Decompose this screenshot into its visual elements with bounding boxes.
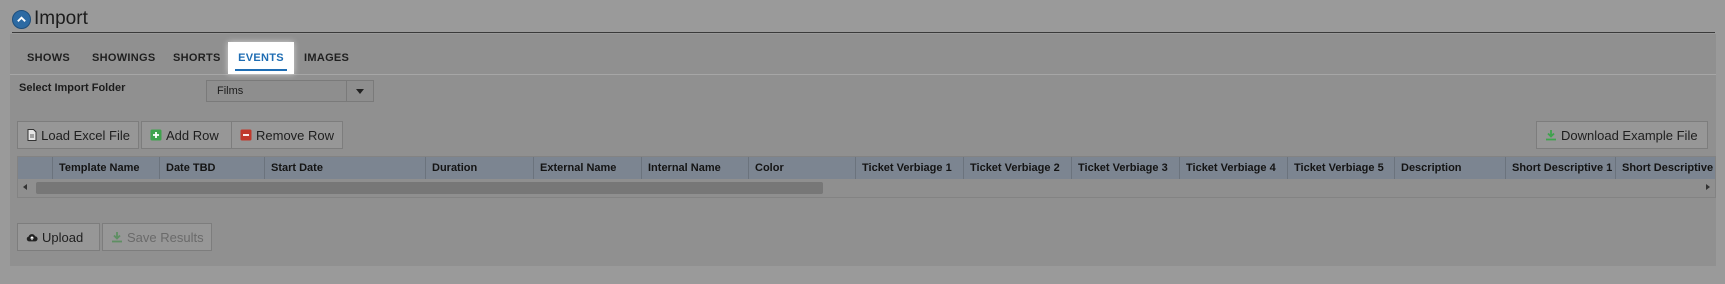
download-example-label: Download Example File (1561, 127, 1698, 143)
column-header-template-name[interactable]: Template Name (53, 157, 160, 179)
column-header-color[interactable]: Color (749, 157, 856, 179)
document-icon (26, 129, 37, 141)
tab-events-label: EVENTS (238, 52, 284, 64)
upload-label: Upload (42, 229, 84, 245)
import-folder-select[interactable]: Films (206, 80, 374, 102)
tab-shorts[interactable]: SHORTS (173, 42, 221, 74)
column-header-start-date[interactable]: Start Date (265, 157, 426, 179)
tab-events[interactable]: EVENTS (228, 42, 294, 74)
save-results-button[interactable]: Save Results (102, 223, 212, 251)
remove-row-button[interactable]: Remove Row (231, 121, 343, 149)
download-icon (1545, 129, 1557, 141)
grid-header: Template Name Date TBD Start Date Durati… (18, 157, 1715, 179)
column-header-short-descriptive-1[interactable]: Short Descriptive 1 (1506, 157, 1616, 179)
chevron-up-icon[interactable] (12, 9, 31, 29)
remove-row-label: Remove Row (256, 127, 335, 143)
import-grid: Template Name Date TBD Start Date Durati… (17, 156, 1716, 198)
column-header-internal-name[interactable]: Internal Name (642, 157, 749, 179)
download-icon (111, 231, 123, 243)
dropdown-arrow-icon[interactable] (346, 81, 373, 101)
active-tab-indicator (235, 69, 287, 71)
horizontal-scrollbar[interactable] (18, 181, 1715, 195)
tab-showings[interactable]: SHOWINGS (92, 42, 156, 74)
page-header: Import (12, 6, 1715, 33)
column-header-description[interactable]: Description (1395, 157, 1506, 179)
import-folder-label: Select Import Folder (19, 82, 126, 94)
column-header-ticket-verbiage-1[interactable]: Ticket Verbiage 1 (856, 157, 964, 179)
scroll-right-icon[interactable] (1706, 184, 1710, 190)
column-header-ticket-verbiage-3[interactable]: Ticket Verbiage 3 (1072, 157, 1180, 179)
column-header-ticket-verbiage-5[interactable]: Ticket Verbiage 5 (1288, 157, 1395, 179)
column-header-short-descriptive[interactable]: Short Descriptive (1616, 157, 1715, 179)
tab-images[interactable]: IMAGES (304, 42, 349, 74)
tab-shows[interactable]: SHOWS (27, 42, 70, 74)
load-excel-label: Load Excel File (41, 127, 130, 143)
column-header-external-name[interactable]: External Name (534, 157, 642, 179)
load-excel-button[interactable]: Load Excel File (17, 121, 139, 149)
column-header-ticket-verbiage-2[interactable]: Ticket Verbiage 2 (964, 157, 1072, 179)
tab-bar: SHOWS SHOWINGS SHORTS EVENTS IMAGES (10, 42, 1716, 75)
add-row-button[interactable]: Add Row (141, 121, 239, 149)
import-folder-value: Films (217, 85, 244, 97)
minus-icon (240, 129, 252, 141)
scrollbar-thumb[interactable] (36, 182, 823, 194)
cloud-upload-icon (26, 231, 38, 243)
page-title: Import (34, 8, 88, 29)
download-example-button[interactable]: Download Example File (1536, 121, 1708, 149)
column-header-date-tbd[interactable]: Date TBD (160, 157, 265, 179)
scroll-left-icon[interactable] (23, 184, 27, 190)
import-panel: SHOWS SHOWINGS SHORTS EVENTS IMAGES Sele… (10, 34, 1716, 266)
column-header-duration[interactable]: Duration (426, 157, 534, 179)
plus-icon (150, 129, 162, 141)
upload-button[interactable]: Upload (17, 223, 100, 251)
add-row-label: Add Row (166, 127, 219, 143)
column-header-ticket-verbiage-4[interactable]: Ticket Verbiage 4 (1180, 157, 1288, 179)
grid-select-column[interactable] (18, 157, 53, 179)
save-results-label: Save Results (127, 229, 204, 245)
